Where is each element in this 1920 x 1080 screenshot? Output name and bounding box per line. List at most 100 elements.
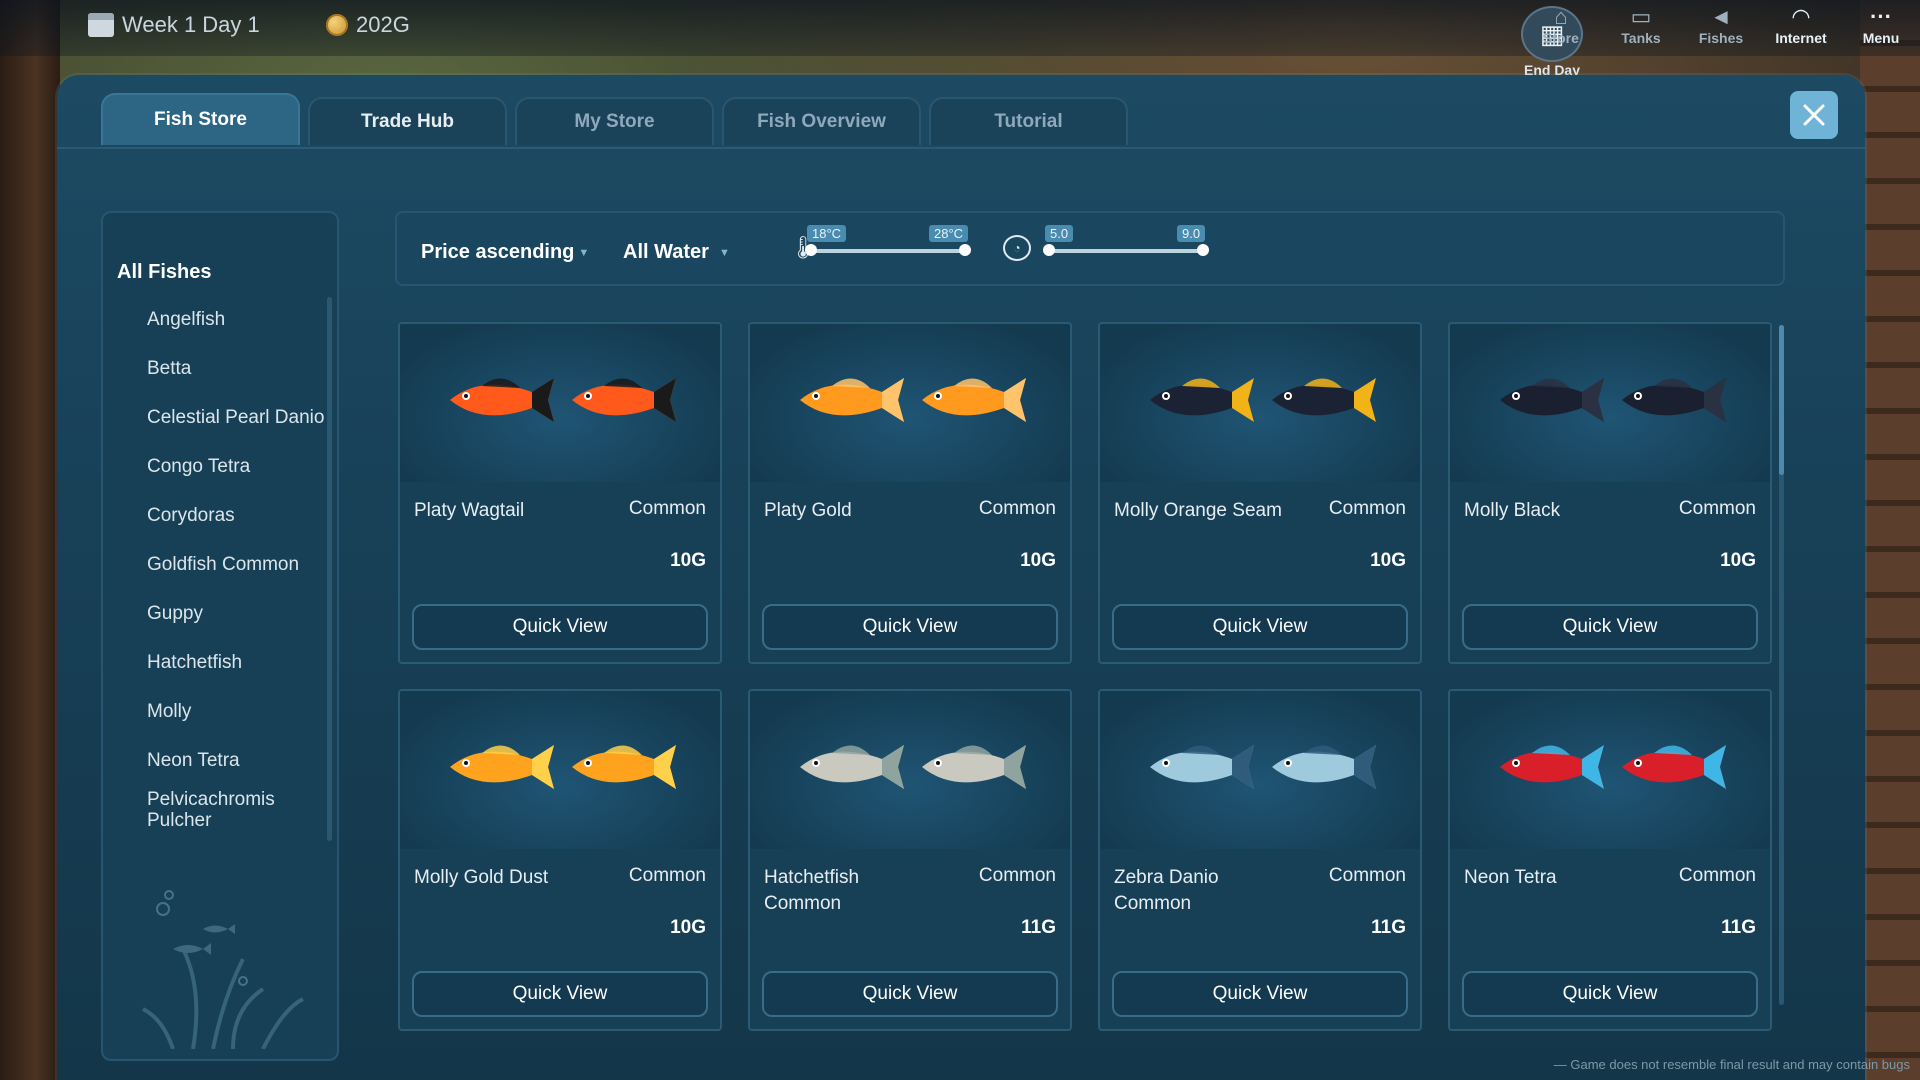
day-label: Week 1 Day 1: [122, 12, 260, 37]
fish-illustration: [800, 745, 1026, 789]
sidebar-item-corydoras[interactable]: Corydoras: [147, 491, 327, 540]
fish-price: 11G: [1371, 917, 1406, 938]
fish-price: 11G: [1721, 917, 1756, 938]
store-icon: ⌂: [1554, 4, 1568, 29]
quick-view-button[interactable]: Quick View: [762, 604, 1058, 650]
sidebar-item-betta[interactable]: Betta: [147, 344, 327, 393]
fish-name: Hatchetfish Common: [764, 867, 860, 914]
quick-view-button[interactable]: Quick View: [412, 971, 708, 1017]
fish-card-platy-gold[interactable]: Platy Gold Common 10G Quick View: [748, 322, 1072, 664]
internet-button[interactable]: ◠ Internet: [1772, 4, 1830, 46]
quick-view-button[interactable]: Quick View: [762, 971, 1058, 1017]
chevron-down-icon: ▼: [578, 246, 590, 259]
coin-icon: [326, 14, 348, 36]
sidebar-item-pelvicachromis-pulcher[interactable]: Pelvicachromis Pulcher: [147, 785, 327, 834]
ph-min-handle[interactable]: [1043, 244, 1055, 256]
fish-illustration: [1500, 378, 1726, 422]
quick-view-button[interactable]: Quick View: [1112, 971, 1408, 1017]
filter-bar: Price ascending ▼ All Water ▼ 🌡 18°C 28°…: [395, 211, 1785, 286]
calendar-icon: [88, 13, 114, 37]
water-type-dropdown[interactable]: All Water ▼: [623, 241, 730, 264]
sidebar-item-goldfish-common[interactable]: Goldfish Common: [147, 540, 327, 589]
tab-fish-store[interactable]: Fish Store: [101, 93, 300, 145]
fish-price: 10G: [1370, 550, 1406, 571]
sidebar-item-guppy[interactable]: Guppy: [147, 589, 327, 638]
sidebar-item-congo-tetra[interactable]: Congo Tetra: [147, 442, 327, 491]
wood-frame-left: [0, 0, 60, 1080]
fish-rarity: Common: [1328, 865, 1406, 886]
fish-price: 10G: [1720, 550, 1756, 571]
sidebar-item-celestial-pearl-danio[interactable]: Celestial Pearl Danio: [147, 393, 327, 442]
fish-card-zebra-danio-common[interactable]: Zebra Danio Common Common 11G Quick View: [1098, 689, 1422, 1031]
fish-card-molly-black[interactable]: Molly Black Common 10G Quick View: [1448, 322, 1772, 664]
fishes-button[interactable]: ◄ Fishes: [1692, 4, 1750, 46]
fish-rarity: Common: [978, 498, 1056, 519]
gold-amount: 202G: [356, 12, 410, 37]
top-bar: Week 1 Day 1 202G ▦ End Day ⌂ Store ▭ Ta…: [0, 0, 1920, 78]
menu-label: Menu: [1862, 30, 1900, 46]
temp-min-label: 18°C: [807, 225, 847, 242]
tab-my-store[interactable]: My Store: [515, 97, 714, 145]
sidebar-item-angelfish[interactable]: Angelfish: [147, 295, 327, 344]
fish-image: [400, 691, 720, 849]
temp-min-handle[interactable]: [805, 244, 817, 256]
fish-rarity: Common: [628, 498, 706, 519]
menu-dots-icon: ···: [1870, 4, 1892, 29]
fish-illustration: [800, 378, 1026, 422]
ph-max-label: 9.0: [1177, 225, 1206, 242]
chevron-down-icon: ▼: [718, 246, 730, 259]
store-label: Store: [1543, 30, 1579, 46]
fish-card-neon-tetra[interactable]: Neon Tetra Common 11G Quick View: [1448, 689, 1772, 1031]
tab-divider: [57, 147, 1865, 149]
tab-tutorial[interactable]: Tutorial: [929, 97, 1128, 145]
fish-card-platy-wagtail[interactable]: Platy Wagtail Common 10G Quick View: [398, 322, 722, 664]
tanks-icon: ▭: [1630, 4, 1652, 29]
fish-illustration: [1150, 745, 1376, 789]
fish-illustration: [450, 745, 676, 789]
grid-scrollbar[interactable]: [1779, 325, 1784, 1005]
tab-trade-hub[interactable]: Trade Hub: [308, 97, 507, 145]
tanks-button[interactable]: ▭ Tanks: [1612, 4, 1670, 46]
top-nav: ⌂ Store ▭ Tanks ◄ Fishes ◠ Internet ··· …: [1532, 4, 1910, 46]
store-panel: Fish Store Trade Hub My Store Fish Overv…: [57, 75, 1865, 1080]
ph-range-slider[interactable]: 5.0 9.0: [1043, 225, 1209, 256]
fish-price: 10G: [670, 550, 706, 571]
fish-card-molly-orange-seam[interactable]: Molly Orange Seam Common 10G Quick View: [1098, 322, 1422, 664]
quick-view-button[interactable]: Quick View: [1112, 604, 1408, 650]
quick-view-button[interactable]: Quick View: [412, 604, 708, 650]
fish-image: [750, 691, 1070, 849]
fish-image: [1450, 324, 1770, 482]
tab-bar: Fish Store Trade Hub My Store Fish Overv…: [101, 93, 1128, 145]
quick-view-button[interactable]: Quick View: [1462, 971, 1758, 1017]
fish-card-molly-gold-dust[interactable]: Molly Gold Dust Common 10G Quick View: [398, 689, 722, 1031]
sidebar-item-neon-tetra[interactable]: Neon Tetra: [147, 736, 327, 785]
fish-price: 10G: [1020, 550, 1056, 571]
store-button[interactable]: ⌂ Store: [1532, 4, 1590, 46]
sidebar-scrollbar[interactable]: [327, 297, 332, 841]
fish-price: 11G: [1021, 917, 1056, 938]
sort-dropdown[interactable]: Price ascending ▼: [421, 241, 589, 264]
fish-name: Platy Gold: [764, 500, 852, 521]
tab-fish-overview[interactable]: Fish Overview: [722, 97, 921, 145]
temp-max-handle[interactable]: [959, 244, 971, 256]
fish-rarity: Common: [1328, 498, 1406, 519]
wifi-icon: ◠: [1792, 4, 1810, 29]
quick-view-button[interactable]: Quick View: [1462, 604, 1758, 650]
close-icon: [1803, 104, 1825, 126]
fish-name: Molly Orange Seam: [1114, 500, 1282, 521]
fish-name: Zebra Danio Common: [1114, 867, 1219, 914]
all-fishes-filter[interactable]: All Fishes: [117, 261, 211, 284]
water-type-value: All Water: [623, 241, 709, 263]
fish-image: [1100, 324, 1420, 482]
fish-rarity: Common: [1678, 865, 1756, 886]
fish-card-hatchetfish-common[interactable]: Hatchetfish Common Common 11G Quick View: [748, 689, 1072, 1031]
fish-illustration: [1500, 745, 1726, 789]
sidebar-item-molly[interactable]: Molly: [147, 687, 327, 736]
close-button[interactable]: [1790, 91, 1838, 139]
fish-category-list: Angelfish Betta Celestial Pearl Danio Co…: [147, 295, 327, 834]
ph-max-handle[interactable]: [1197, 244, 1209, 256]
menu-button[interactable]: ··· Menu: [1852, 4, 1910, 46]
sidebar-item-hatchetfish[interactable]: Hatchetfish: [147, 638, 327, 687]
temperature-range-slider[interactable]: 18°C 28°C: [805, 225, 971, 256]
internet-label: Internet: [1775, 30, 1827, 46]
